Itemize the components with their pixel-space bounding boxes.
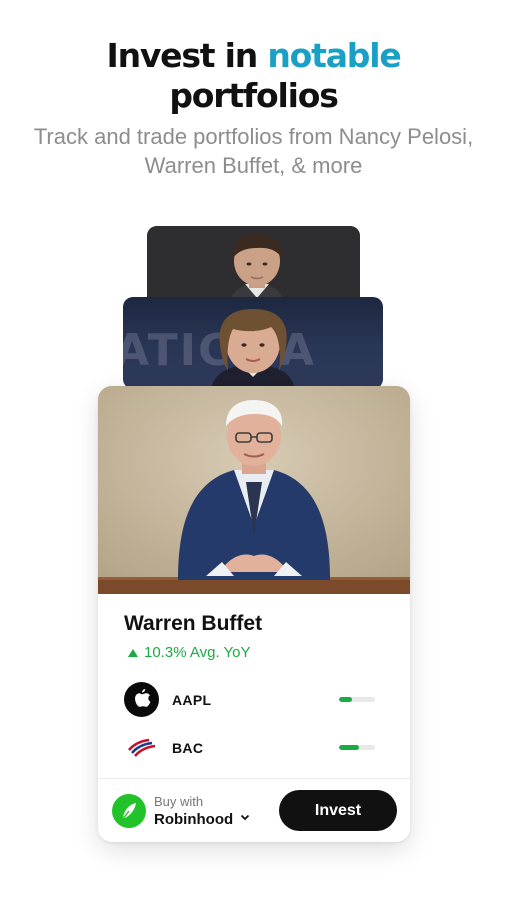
- person-portrait-icon: [211, 309, 295, 389]
- apple-logo-icon: [124, 682, 159, 717]
- subtitle: Track and trade portfolios from Nancy Pe…: [33, 124, 474, 178]
- person-portrait-icon: [147, 226, 360, 306]
- performance-value: 10.3% Avg. YoY: [144, 644, 251, 661]
- headline-accent: notable: [267, 36, 401, 75]
- holding-row[interactable]: AAPL: [124, 682, 384, 718]
- headline: Invest in notable portfolios: [0, 36, 507, 116]
- holding-ticker: AAPL: [172, 692, 212, 708]
- bank-of-america-logo-icon: [124, 730, 159, 765]
- headline-line-1: Invest in notable: [0, 36, 507, 76]
- buy-with-label: Buy with: [154, 794, 204, 809]
- up-arrow-icon: [128, 648, 138, 657]
- boa-flag-glyph: [128, 738, 156, 757]
- headline-text: Invest in: [106, 36, 268, 75]
- invest-button[interactable]: Invest: [279, 790, 397, 831]
- portfolio-card-back-2[interactable]: ATIC PA: [123, 297, 383, 389]
- holding-weight-fill: [339, 745, 359, 750]
- chevron-down-icon[interactable]: [240, 812, 250, 822]
- portfolio-photo: [98, 386, 410, 594]
- featured-portfolio-card[interactable]: Warren Buffet 10.3% Avg. YoY AAPL BAC Bu…: [98, 386, 410, 842]
- person-portrait-icon: [98, 386, 410, 594]
- holding-weight-bar: [339, 697, 375, 702]
- holding-ticker: BAC: [172, 740, 204, 756]
- robinhood-feather-icon: [112, 794, 146, 828]
- portfolio-card-back-1[interactable]: [147, 226, 360, 306]
- performance-label: 10.3% Avg. YoY: [128, 644, 251, 661]
- feather-glyph: [122, 803, 136, 820]
- holding-weight-fill: [339, 697, 352, 702]
- holding-row[interactable]: BAC: [124, 730, 384, 766]
- apple-glyph: [135, 689, 151, 707]
- headline-line-2: portfolios: [169, 76, 339, 115]
- holding-weight-bar: [339, 745, 375, 750]
- portfolio-name: Warren Buffet: [124, 612, 263, 635]
- broker-selector[interactable]: Robinhood: [154, 811, 233, 828]
- card-footer: Buy with Robinhood Invest: [98, 778, 410, 842]
